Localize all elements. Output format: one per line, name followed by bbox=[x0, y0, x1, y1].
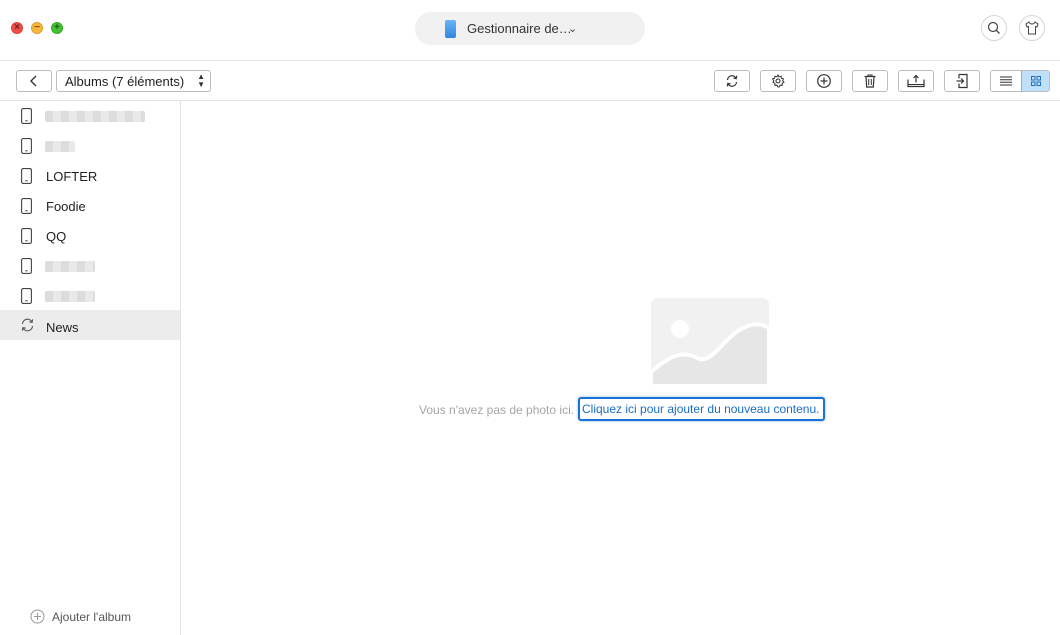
add-content-link[interactable]: Cliquez ici pour ajouter du nouveau cont… bbox=[578, 397, 825, 421]
device-selector[interactable]: Gestionnaire de… ⌄ bbox=[415, 12, 645, 45]
trash-icon bbox=[864, 74, 876, 88]
refresh-icon bbox=[726, 75, 738, 87]
chevron-down-icon: ⌄ bbox=[568, 23, 578, 35]
sidebar-item-album-7[interactable] bbox=[0, 281, 180, 311]
list-view-button[interactable] bbox=[991, 71, 1021, 91]
empty-photo-icon bbox=[651, 298, 769, 386]
search-icon bbox=[987, 21, 1000, 34]
grid-icon bbox=[1031, 76, 1041, 86]
export-icon bbox=[907, 74, 925, 88]
empty-message: Vous n'avez pas de photo ici. bbox=[419, 403, 575, 417]
redacted-label bbox=[45, 141, 75, 152]
shirt-icon bbox=[1025, 21, 1039, 35]
phone-icon bbox=[21, 288, 32, 304]
list-icon bbox=[1000, 76, 1012, 86]
phone-icon bbox=[21, 168, 32, 184]
skin-button[interactable] bbox=[1019, 15, 1045, 41]
refresh-button[interactable] bbox=[714, 70, 750, 92]
sidebar-item-lofter[interactable]: LOFTER bbox=[0, 161, 180, 191]
sidebar-item-qq[interactable]: QQ bbox=[0, 221, 180, 251]
sidebar-item-news[interactable]: News bbox=[0, 310, 180, 340]
sidebar: LOFTER Foodie QQ News Ajouter l'album bbox=[0, 101, 181, 635]
sync-icon bbox=[21, 318, 34, 332]
album-select-value: Albums (7 éléments) bbox=[65, 74, 185, 89]
album-select[interactable]: Albums (7 éléments) ▲ ▼ bbox=[56, 70, 211, 92]
updown-arrows-icon: ▲ ▼ bbox=[197, 72, 205, 89]
export-to-computer-button[interactable] bbox=[898, 70, 934, 92]
sidebar-item-label: Foodie bbox=[46, 199, 86, 214]
close-window-button[interactable]: × bbox=[11, 22, 23, 34]
toolbar: Albums (7 éléments) ▲ ▼ bbox=[0, 61, 1060, 101]
grid-view-button[interactable] bbox=[1021, 71, 1049, 91]
redacted-label bbox=[45, 261, 95, 272]
maximize-icon: + bbox=[54, 22, 60, 33]
sidebar-item-album-1[interactable] bbox=[0, 101, 180, 131]
main-content: Vous n'avez pas de photo ici. Cliquez ic… bbox=[181, 101, 1060, 635]
chevron-left-icon bbox=[30, 75, 37, 87]
maximize-window-button[interactable]: + bbox=[51, 22, 63, 34]
phone-icon bbox=[21, 258, 32, 274]
import-icon bbox=[956, 73, 968, 89]
sidebar-item-label: QQ bbox=[46, 229, 67, 244]
plus-circle-icon bbox=[817, 74, 831, 88]
add-content-link-label: Cliquez ici pour ajouter du nouveau cont… bbox=[582, 402, 820, 416]
plus-circle-icon bbox=[30, 609, 45, 624]
sidebar-item-album-2[interactable] bbox=[0, 131, 180, 161]
sidebar-item-label: News bbox=[46, 320, 79, 335]
redacted-label bbox=[45, 291, 95, 302]
view-toggle bbox=[990, 70, 1050, 92]
minimize-window-button[interactable]: − bbox=[31, 22, 43, 34]
phone-icon bbox=[21, 138, 32, 154]
minimize-icon: − bbox=[34, 22, 40, 33]
gear-icon bbox=[771, 74, 785, 88]
add-button[interactable] bbox=[806, 70, 842, 92]
phone-icon bbox=[21, 108, 32, 124]
sidebar-item-foodie[interactable]: Foodie bbox=[0, 191, 180, 221]
sidebar-item-label: LOFTER bbox=[46, 169, 98, 184]
redacted-label bbox=[45, 111, 145, 122]
add-album-label: Ajouter l'album bbox=[52, 610, 131, 624]
close-icon: × bbox=[14, 22, 20, 33]
phone-icon bbox=[21, 198, 32, 214]
search-button[interactable] bbox=[981, 15, 1007, 41]
settings-button[interactable] bbox=[760, 70, 796, 92]
title-bar: × − + Gestionnaire de… ⌄ bbox=[0, 0, 1060, 61]
phone-device-icon bbox=[445, 20, 456, 38]
import-to-device-button[interactable] bbox=[944, 70, 980, 92]
back-button[interactable] bbox=[16, 70, 52, 92]
phone-icon bbox=[21, 228, 32, 244]
delete-button[interactable] bbox=[852, 70, 888, 92]
device-name: Gestionnaire de… bbox=[467, 21, 572, 36]
sidebar-item-album-6[interactable] bbox=[0, 251, 180, 281]
